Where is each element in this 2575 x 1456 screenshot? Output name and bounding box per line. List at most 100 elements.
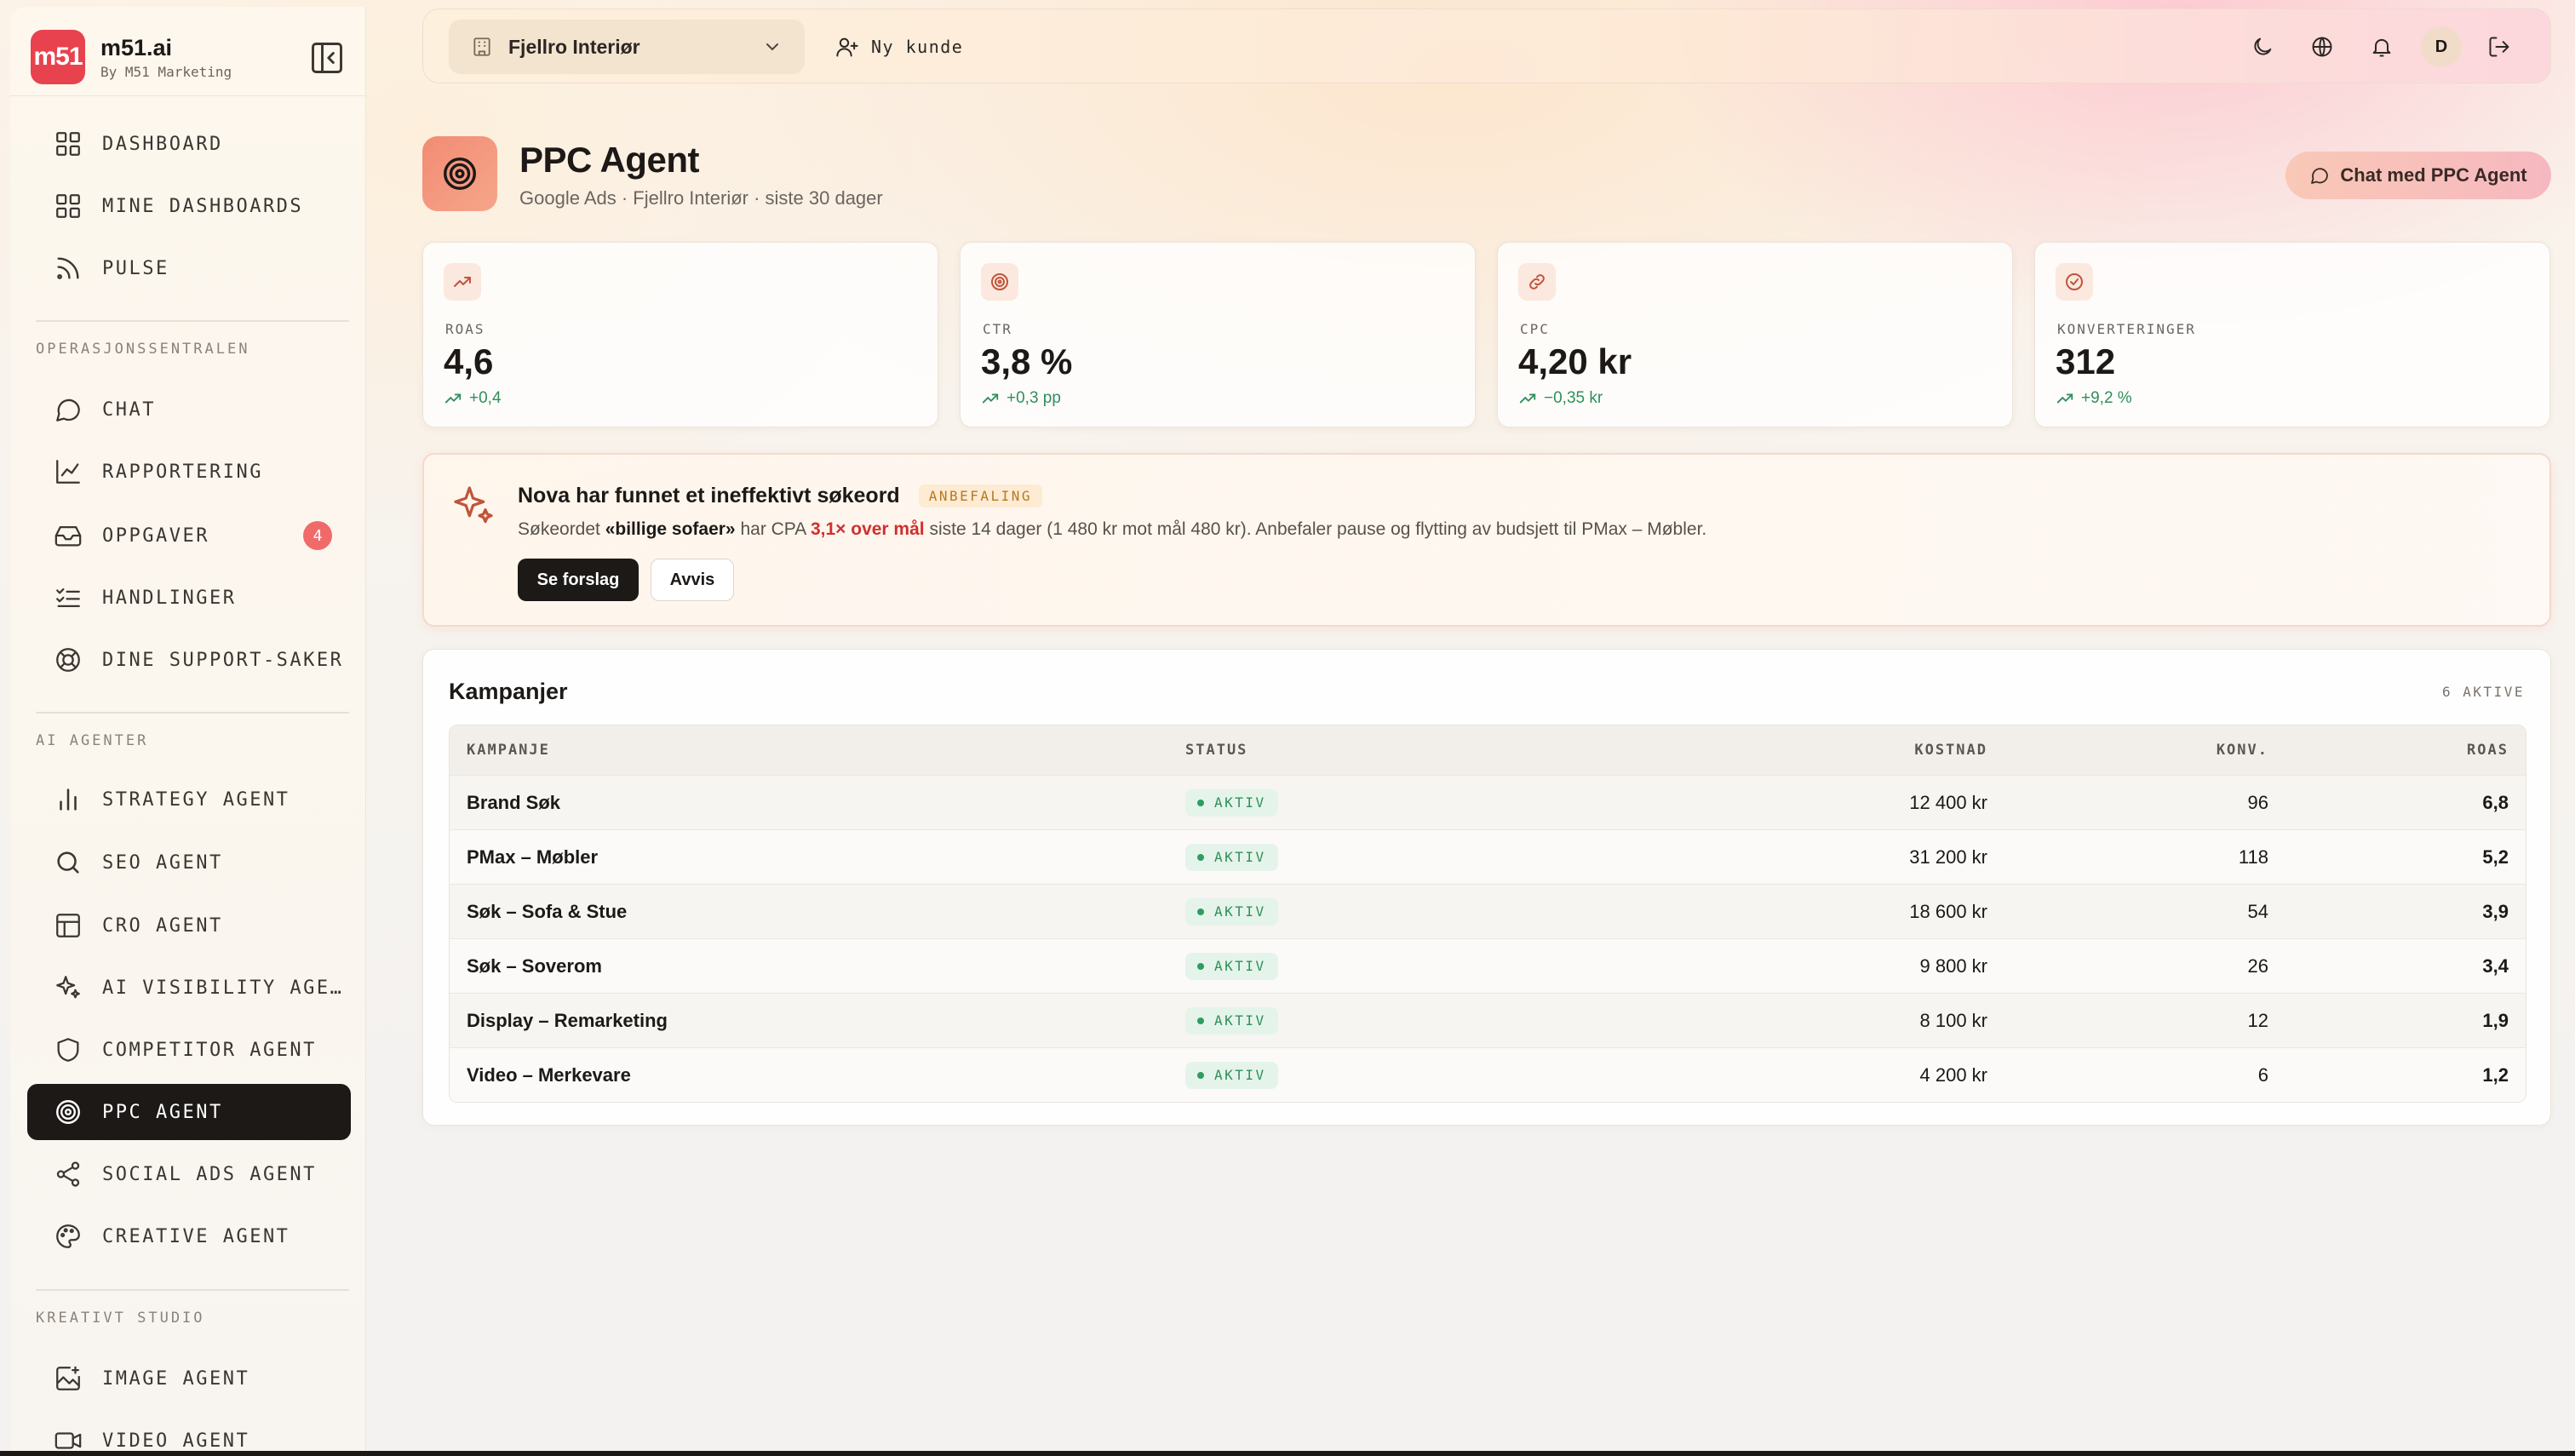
status-badge: AKTIV [1185,1006,1278,1035]
status-badge: AKTIV [1185,843,1278,871]
campaign-cost: 8 100 kr [1919,1009,1988,1031]
status-dot-icon [1197,799,1204,806]
trending-up-icon [444,263,481,301]
sidebar-separator [36,712,349,714]
building-icon [473,37,490,56]
stat-card-conversions: KONVERTERINGER 312 +9,2 % [2034,242,2550,427]
chat-bubble-icon [53,394,83,425]
campaign-name: Søk – Sofa & Stue [467,900,628,922]
section-label-operations: OPERASJONSSENTRALEN [36,341,250,358]
sidebar-item-label: COMPETITOR AGENT [102,1039,317,1061]
sidebar-item-label: DINE SUPPORT-SAKER [102,649,344,671]
campaign-name: Video – Merkevare [467,1063,631,1086]
campaign-cost: 9 800 kr [1919,954,1988,977]
sidebar-item-cro-agent[interactable]: CRO AGENT [27,897,351,954]
campaign-roas: 5,2 [2482,846,2509,868]
target-icon [53,1097,83,1127]
checklist-icon [53,582,83,613]
sparkles-icon [53,972,83,1003]
sidebar-item-image-agent[interactable]: IMAGE AGENT [27,1350,351,1407]
sidebar-item-seo-agent[interactable]: SEO AGENT [27,834,351,891]
brand[interactable]: m51 m51.ai By M51 Marketing [31,27,346,87]
theme-toggle-button[interactable] [2240,25,2285,69]
campaign-roas: 3,4 [2482,954,2509,977]
table-row[interactable]: PMax – Møbler AKTIV 31 200 kr 118 5,2 [450,829,2526,884]
moon-icon [2254,37,2272,55]
sidebar-item-ai-visibility-agent[interactable]: AI VISIBILITY AGE… [27,960,351,1016]
client-selector[interactable]: Fjellro Interiør [449,20,805,74]
table-row[interactable]: Søk – Sofa & Stue AKTIV 18 600 kr 54 3,9 [450,884,2526,938]
sidebar-item-creative-agent[interactable]: CREATIVE AGENT [27,1208,351,1264]
notifications-button[interactable] [2360,25,2404,69]
sidebar-item-video-agent[interactable]: VIDEO AGENT [27,1413,351,1454]
column-header[interactable]: KOSTNAD [1628,742,1987,759]
language-button[interactable] [2300,25,2344,69]
sidebar-item-social-ads-agent[interactable]: SOCIAL ADS AGENT [27,1146,351,1202]
campaign-name: Display – Remarketing [467,1009,668,1031]
campaign-roas: 6,8 [2482,791,2509,813]
sidebar-item-tasks[interactable]: OPPGAVER 4 [27,507,351,564]
chat-with-agent-button[interactable]: Chat med PPC Agent [2285,152,2551,199]
column-header[interactable]: STATUS [1185,742,1628,759]
sidebar-item-label: HANDLINGER [102,587,237,609]
stat-delta: −0,35 kr [1518,389,1603,408]
target-icon [981,263,1018,301]
table-row[interactable]: Video – Merkevare AKTIV 4 200 kr 6 1,2 [450,1047,2526,1102]
brand-divider [10,95,365,96]
see-suggestion-button[interactable]: Se forslag [518,559,639,601]
sidebar-item-strategy-agent[interactable]: STRATEGY AGENT [27,771,351,828]
grid-icon [53,191,83,221]
sidebar-item-label: PPC AGENT [102,1101,223,1123]
chat-with-agent-label: Chat med PPC Agent [2340,164,2527,186]
sidebar-item-label: RAPPORTERING [102,461,263,483]
table-row[interactable]: Display – Remarketing AKTIV 8 100 kr 12 1,9 [450,993,2526,1047]
table-row[interactable]: Brand Søk AKTIV 12 400 kr 96 6,8 [450,775,2526,829]
keyword: «billige sofaer» [605,519,736,539]
user-avatar[interactable]: D [2421,26,2462,67]
status-cell: AKTIV [1185,788,1628,817]
sidebar-item-actions[interactable]: HANDLINGER [27,570,351,626]
search-icon [53,847,83,878]
sidebar-item-pulse[interactable]: PULSE [27,240,351,296]
logout-button[interactable] [2477,25,2521,69]
column-header[interactable]: ROAS [2268,742,2526,759]
table-row[interactable]: Søk – Soverom AKTIV 9 800 kr 26 3,4 [450,938,2526,993]
page-title: PPC Agent [519,140,699,180]
status-badge: AKTIV [1185,952,1278,980]
stat-card-cpc: CPC 4,20 kr −0,35 kr [1497,242,2013,427]
campaign-cost: 4 200 kr [1919,1063,1988,1086]
sidebar-item-ppc-agent[interactable]: PPC AGENT [27,1084,351,1140]
stat-label: CTR [983,321,1012,337]
section-label-ai-agents: AI AGENTER [36,732,149,749]
status-dot-icon [1197,908,1204,915]
sidebar-separator [36,320,349,322]
sidebar-item-competitor-agent[interactable]: COMPETITOR AGENT [27,1022,351,1078]
sidebar-separator [36,1289,349,1291]
sidebar-item-dashboard[interactable]: DASHBOARD [27,116,351,172]
tasks-count-badge: 4 [303,521,332,550]
sidebar-item-label: IMAGE AGENT [102,1367,250,1390]
sidebar-item-chat[interactable]: CHAT [27,381,351,438]
campaigns-panel: Kampanjer 6 AKTIVE KAMPANJE STATUS KOSTN… [422,649,2551,1126]
recommendation-body: Søkeordet «billige sofaer» har CPA 3,1× … [518,519,1707,539]
new-client-button[interactable]: Ny kunde [835,28,963,66]
sidebar-item-reporting[interactable]: RAPPORTERING [27,444,351,500]
stat-card-ctr: CTR 3,8 % +0,3 pp [960,242,1476,427]
column-header[interactable]: KONV. [1987,742,2268,759]
chevron-down-icon [766,43,778,51]
sidebar-collapse-button[interactable] [308,39,346,77]
share-icon [53,1159,83,1189]
sidebar-item-support[interactable]: DINE SUPPORT-SAKER [27,632,351,688]
globe-icon [2312,37,2332,57]
status-dot-icon [1197,962,1204,970]
sidebar-item-my-dashboards[interactable]: MINE DASHBOARDS [27,178,351,234]
status-cell: AKTIV [1185,897,1628,926]
line-chart-icon [53,456,83,487]
status-dot-icon [1197,1071,1204,1079]
campaign-cost: 31 200 kr [1909,846,1987,868]
column-header[interactable]: KAMPANJE [450,742,1185,759]
recommendation-title: Nova har funnet et ineffektivt søkeord [518,484,900,507]
stat-delta: +0,4 [444,389,502,408]
dismiss-button[interactable]: Avvis [651,559,734,601]
brand-subtitle: By M51 Marketing [100,63,232,80]
